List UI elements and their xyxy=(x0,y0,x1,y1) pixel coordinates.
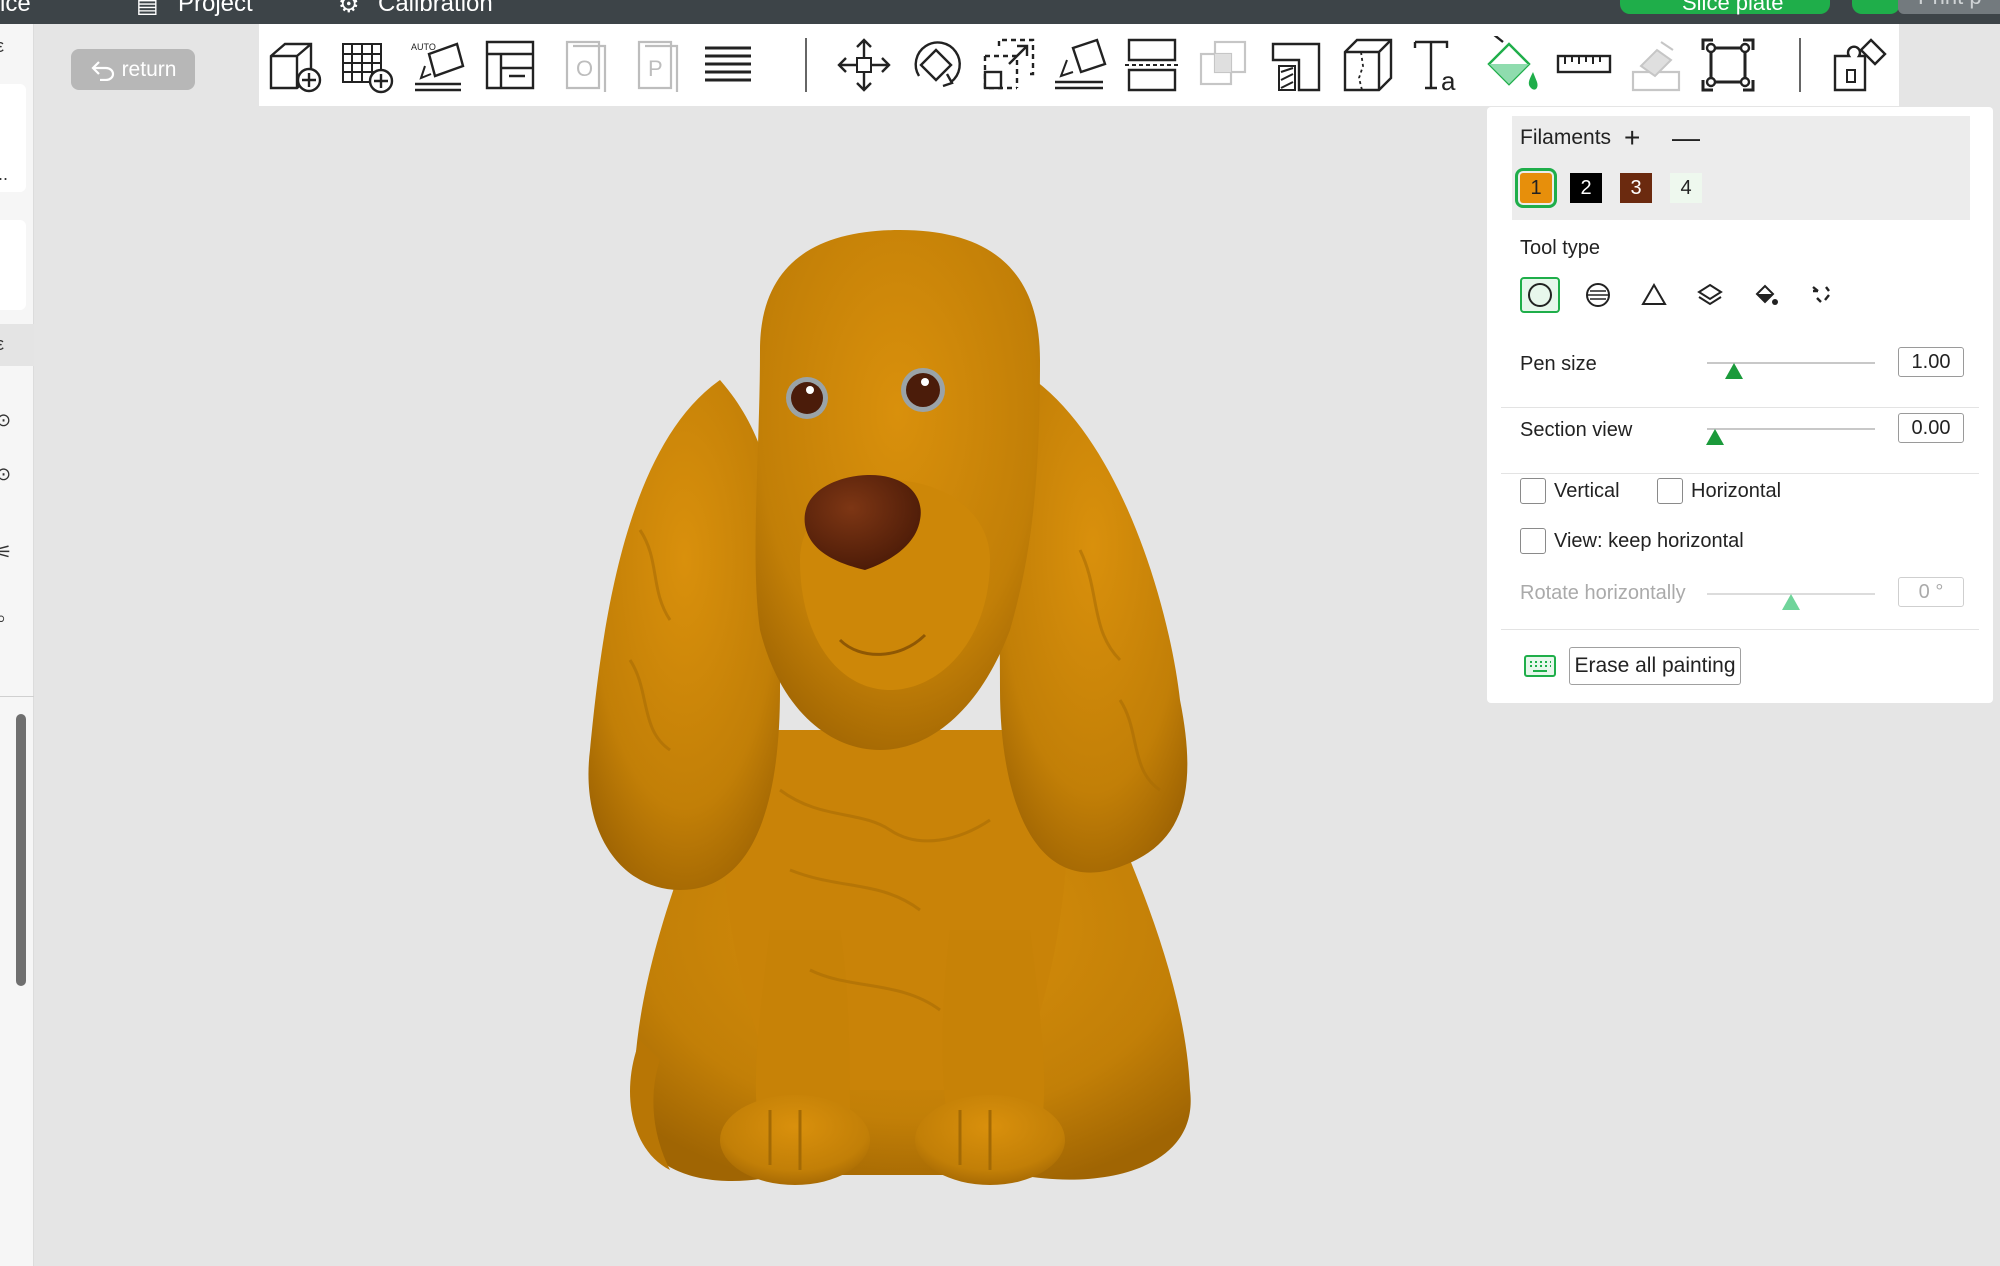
circle-brush-icon[interactable] xyxy=(1520,277,1560,313)
pen-size-slider-thumb[interactable] xyxy=(1724,363,1743,379)
divider xyxy=(1501,473,1979,474)
sidebar-icon-3[interactable]: ⊙ xyxy=(0,410,11,431)
boolean-icon[interactable] xyxy=(1195,36,1253,94)
arrange-icon[interactable] xyxy=(481,36,539,94)
print-dropdown-button[interactable] xyxy=(1852,0,1900,14)
auto-grid-add-icon[interactable] xyxy=(337,36,395,94)
rotate-input[interactable]: 0 ° xyxy=(1898,577,1964,607)
sidebar-scrollbar[interactable] xyxy=(16,714,26,986)
gap-fill-icon[interactable] xyxy=(1802,277,1842,313)
slice-plate-button[interactable]: Slice plate xyxy=(1620,0,1830,15)
remove-filament-button[interactable]: — xyxy=(1672,122,1700,154)
pen-size-input[interactable]: 1.00 xyxy=(1898,347,1964,377)
filament-swatch-2[interactable]: 2 xyxy=(1570,173,1602,203)
filament-swatch-3[interactable]: 3 xyxy=(1620,173,1652,203)
erase-all-painting-button[interactable]: Erase all painting xyxy=(1569,647,1741,685)
keep-horizontal-label: View: keep horizontal xyxy=(1554,530,1744,552)
rotate-slider-thumb[interactable] xyxy=(1782,594,1800,610)
return-button[interactable]: return xyxy=(71,49,195,90)
return-label: return xyxy=(121,57,177,81)
more-icon[interactable]: .. xyxy=(0,164,8,185)
divider xyxy=(1501,407,1979,408)
svg-text:O: O xyxy=(576,56,593,81)
sidebar-panel-mid[interactable] xyxy=(0,220,26,310)
add-part-icon[interactable] xyxy=(265,36,323,94)
sidebar-search-icon[interactable]: ⌕ xyxy=(0,608,6,629)
calibration-icon: ⚙ xyxy=(338,0,360,18)
measure-icon[interactable] xyxy=(1555,36,1613,94)
print-plate-button[interactable]: Print p xyxy=(1898,0,2000,14)
sidebar-icon-4[interactable]: ⊙ xyxy=(0,464,11,485)
keyboard-icon[interactable] xyxy=(1524,655,1556,677)
keep-horizontal-checkbox[interactable] xyxy=(1520,528,1546,554)
section-view-slider-thumb[interactable] xyxy=(1706,429,1725,445)
add-filament-button[interactable]: + xyxy=(1624,122,1640,154)
divider xyxy=(1501,629,1979,630)
filament-swatch-1[interactable]: 1 xyxy=(1515,168,1557,208)
scale-icon[interactable] xyxy=(979,36,1037,94)
project-icon: ▤ xyxy=(136,0,159,18)
vertical-label: Vertical xyxy=(1554,480,1620,502)
color-paint-icon[interactable] xyxy=(1483,33,1541,94)
triangle-brush-icon[interactable] xyxy=(1634,277,1674,313)
return-arrow-icon xyxy=(91,60,114,81)
filaments-title: Filaments xyxy=(1520,126,1612,149)
toolbar-separator xyxy=(805,38,807,92)
seam-paint-icon[interactable] xyxy=(1339,36,1397,94)
sphere-brush-icon[interactable] xyxy=(1578,277,1618,313)
plugin-icon[interactable] xyxy=(1831,36,1889,94)
sidebar-panel-top[interactable]: .. xyxy=(0,84,26,192)
svg-text:AUTO: AUTO xyxy=(411,42,436,52)
split-icon[interactable] xyxy=(1123,36,1181,94)
fill-bucket-icon[interactable] xyxy=(1746,277,1786,313)
title-bar: ice ▤ Project ⚙ Calibration Slice plate … xyxy=(0,0,2000,24)
lay-on-face-icon[interactable] xyxy=(1051,36,1109,94)
tool-type-title: Tool type xyxy=(1520,237,1601,259)
tab-calibration[interactable]: Calibration xyxy=(378,0,493,18)
auto-orient-icon[interactable]: AUTO xyxy=(409,36,467,94)
svg-text:a: a xyxy=(1441,66,1456,94)
section-view-label: Section view xyxy=(1520,419,1633,441)
layers-brush-icon[interactable] xyxy=(1690,277,1730,313)
filament-swatch-4[interactable]: 4 xyxy=(1670,173,1702,203)
assembly-icon[interactable] xyxy=(1627,36,1685,94)
move-icon[interactable] xyxy=(835,36,893,94)
sidebar-icon-5[interactable]: ⚟ xyxy=(0,542,12,563)
svg-text:P: P xyxy=(648,56,663,81)
text-tool-icon[interactable]: a xyxy=(1411,36,1469,96)
section-view-slider-track[interactable] xyxy=(1707,428,1875,430)
paint-panel: Filaments + — 1 2 3 4 Tool type Pen size… xyxy=(1487,107,1993,703)
main-toolbar: AUTO O P a xyxy=(259,24,1899,106)
rotate-icon[interactable] xyxy=(907,36,965,94)
menu-fragment[interactable]: ice xyxy=(0,0,31,18)
horizontal-label: Horizontal xyxy=(1691,480,1782,502)
support-paint-icon[interactable] xyxy=(1267,36,1325,94)
left-sidebar: ε .. ε ⊙ ⊙ ⚟ ⌕ xyxy=(0,24,34,1266)
toolbar-separator-2 xyxy=(1799,38,1801,92)
pen-size-label: Pen size xyxy=(1520,353,1597,375)
section-view-input[interactable]: 0.00 xyxy=(1898,413,1964,443)
sidebar-divider xyxy=(0,696,34,697)
plate-p-icon[interactable]: P xyxy=(629,36,687,94)
fit-view-icon[interactable] xyxy=(1699,36,1757,94)
sidebar-icon-1[interactable]: ε xyxy=(0,36,4,57)
filaments-section: Filaments + — 1 2 3 4 xyxy=(1512,116,1970,220)
rotate-horizontally-label: Rotate horizontally xyxy=(1520,582,1686,604)
tab-project[interactable]: Project xyxy=(178,0,253,18)
plate-o-icon[interactable]: O xyxy=(557,36,615,94)
dog-model-viewport[interactable] xyxy=(560,230,1240,1210)
vertical-checkbox[interactable] xyxy=(1520,478,1546,504)
horizontal-checkbox[interactable] xyxy=(1657,478,1683,504)
menu-lines-icon[interactable] xyxy=(699,36,757,94)
sidebar-selected-row[interactable]: ε xyxy=(0,324,34,366)
sidebar-icon-2: ε xyxy=(0,334,5,354)
